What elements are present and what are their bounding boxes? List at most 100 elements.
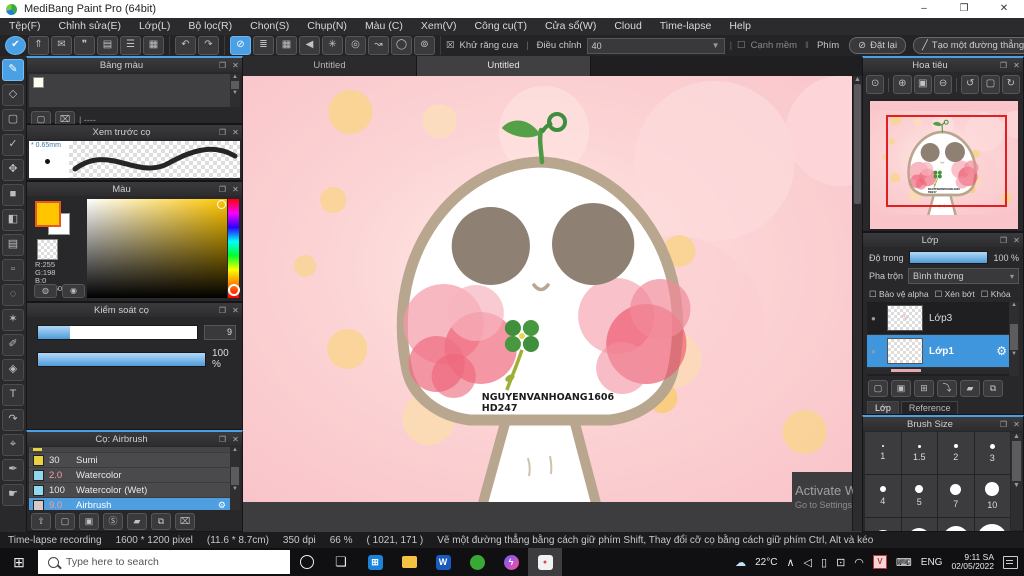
temperature[interactable]: 22°C (755, 557, 777, 568)
tool-shape[interactable]: ▢ (2, 109, 24, 131)
chat-button[interactable]: ❞ (74, 36, 95, 55)
reset-rotation-button[interactable]: ▢ (981, 75, 1000, 94)
new-brush-menu-button[interactable]: ▣ (79, 513, 99, 530)
upload-brush-button[interactable]: ⇧ (31, 513, 51, 530)
scroll-up-icon[interactable]: ▲ (232, 447, 238, 453)
volume-icon[interactable]: ◁ (804, 556, 812, 569)
weather-icon[interactable]: ☁ (735, 556, 746, 569)
popout-icon[interactable]: ❐ (216, 185, 229, 194)
layer-convert-button[interactable]: ⤵ (937, 380, 957, 397)
triangle-button[interactable]: ◀ (299, 36, 320, 55)
close-icon[interactable]: ✕ (229, 128, 242, 137)
concentric-button[interactable]: ◎ (345, 36, 366, 55)
tool-move[interactable]: ✥ (2, 159, 24, 181)
zoom-in-button[interactable]: ⊕ (893, 75, 912, 94)
redo-button[interactable]: ↷ (198, 36, 219, 55)
store-button[interactable]: ⊞ (358, 548, 392, 576)
brush-size-cell-big-8[interactable] (865, 518, 901, 531)
menu-item-10[interactable]: Cloud (605, 18, 650, 35)
script-brush-button[interactable]: Ⓢ (103, 513, 123, 530)
taskbar-clock[interactable]: 9:11 SA 02/05/2022 (951, 552, 994, 572)
document-tab-1[interactable]: Untitled (417, 56, 591, 76)
scroll-thumb[interactable] (1010, 324, 1018, 350)
brush-size-cell-2[interactable]: 2 (938, 432, 974, 474)
scroll-down-icon[interactable]: ▼ (1011, 351, 1017, 357)
green-app-button[interactable] (460, 548, 494, 576)
menu-item-12[interactable]: Help (720, 18, 760, 35)
tool-eraser[interactable]: ◇ (2, 84, 24, 106)
brush-folder-button[interactable]: ▰ (127, 513, 147, 530)
minimize-button[interactable]: – (904, 0, 944, 18)
popout-icon[interactable]: ❐ (216, 306, 229, 315)
navigator-thumbnail[interactable] (870, 101, 1018, 229)
tool-gradient[interactable]: ▤ (2, 234, 24, 256)
layer-opacity-slider[interactable] (908, 251, 989, 264)
scroll-up-icon[interactable]: ▲ (1011, 302, 1017, 308)
soft-edge-checkbox[interactable]: ☐ (737, 40, 746, 51)
brush-size-cell-7[interactable]: 7 (938, 475, 974, 517)
brush-size-cell-10[interactable]: 10 (974, 475, 1010, 517)
vscroll-thumb[interactable] (854, 84, 861, 204)
menu-item-6[interactable]: Màu (C) (356, 18, 412, 35)
tool-bucket[interactable]: ◧ (2, 209, 24, 231)
panel-list-button[interactable]: ☰ (120, 36, 141, 55)
vertical-scrollbar[interactable]: ▲ (852, 76, 862, 531)
close-icon[interactable]: ✕ (229, 435, 242, 444)
scroll-down-icon[interactable]: ▼ (232, 90, 238, 96)
brush-size-cell-big-11[interactable] (974, 518, 1010, 531)
gear-icon[interactable]: ⚙ (996, 344, 1007, 358)
tool-fill-rect[interactable]: ■ (2, 184, 24, 206)
popout-icon[interactable]: ❐ (216, 435, 229, 444)
close-icon[interactable]: ✕ (229, 306, 242, 315)
brush-size-slider[interactable] (37, 325, 198, 340)
straight-line-button[interactable]: ╱ Tạo một đường thẳng (913, 37, 1024, 54)
brush-size-cell-big-9[interactable] (901, 518, 937, 531)
menu-item-4[interactable]: Chọn(S) (241, 18, 298, 35)
viewport-rectangle[interactable] (886, 115, 1007, 207)
layer-visibility-icon[interactable]: ● (871, 347, 881, 356)
popout-icon[interactable]: ❐ (216, 61, 229, 70)
brush-size-scrollbar[interactable]: ▲ ▼ (1011, 433, 1022, 530)
menu-item-2[interactable]: Lớp(L) (130, 18, 179, 35)
canvas-document[interactable] (243, 76, 853, 502)
tool-lasso[interactable]: ◌ (2, 284, 24, 306)
color-wheel-button[interactable]: ◍ (34, 284, 57, 298)
popout-icon[interactable]: ❐ (997, 61, 1010, 70)
taskbar-search[interactable]: Type here to search (38, 550, 290, 574)
layer-checkbox-1[interactable]: ☐ Xén bớt (935, 289, 975, 300)
scroll-up-icon[interactable]: ▲ (232, 74, 238, 80)
palette-swatch[interactable] (33, 77, 44, 88)
layer-tab-reference[interactable]: Reference (900, 401, 959, 414)
layer-row[interactable]: ● Lớp1 ⚙ (867, 335, 1019, 368)
wifi-icon[interactable]: ◠ (854, 556, 864, 569)
delete-brush-button[interactable]: ⌧ (175, 513, 195, 530)
curve-button[interactable]: ↝ (368, 36, 389, 55)
layer-tab-lớp[interactable]: Lớp (867, 401, 899, 414)
brush-size-cell-big-10[interactable] (938, 518, 974, 531)
sv-marker[interactable] (217, 200, 226, 209)
ring-button[interactable]: ◯ (391, 36, 412, 55)
brush-opacity-slider[interactable] (37, 351, 206, 367)
brush-size-cell-1[interactable]: 1 (865, 432, 901, 474)
layer-row[interactable]: ● ∿ Lớp3 (867, 302, 1019, 335)
restore-button[interactable]: ❐ (944, 0, 984, 18)
comment-button[interactable]: ✉ (51, 36, 72, 55)
correction-off-button[interactable]: ⊘ (230, 36, 251, 55)
rotate-right-button[interactable]: ↻ (1001, 75, 1021, 94)
new-brush-button[interactable]: ▢ (55, 513, 75, 530)
brush-size-cell-5[interactable]: 5 (901, 475, 937, 517)
close-icon[interactable]: ✕ (229, 61, 242, 70)
close-icon[interactable]: ✕ (1010, 61, 1023, 70)
tool-select-marquee[interactable]: ▫ (2, 259, 24, 281)
brush-list-scrollbar[interactable]: ▲ ▼ (230, 447, 240, 510)
menu-item-11[interactable]: Time-lapse (651, 18, 721, 35)
zoom-reset-button[interactable]: ⊙ (866, 75, 885, 94)
layer-checkbox-0[interactable]: ☐ Bảo vệ alpha (869, 289, 929, 300)
tool-select-pen[interactable]: ✐ (2, 334, 24, 356)
duplicate-brush-button[interactable]: ⧉ (151, 513, 171, 530)
menu-item-9[interactable]: Cửa sổ(W) (536, 18, 605, 35)
tool-brush[interactable]: ✎ (2, 59, 24, 81)
close-icon[interactable]: ✕ (1010, 236, 1023, 245)
scroll-down-icon[interactable]: ▼ (232, 486, 238, 492)
close-button[interactable]: ✕ (984, 0, 1024, 18)
